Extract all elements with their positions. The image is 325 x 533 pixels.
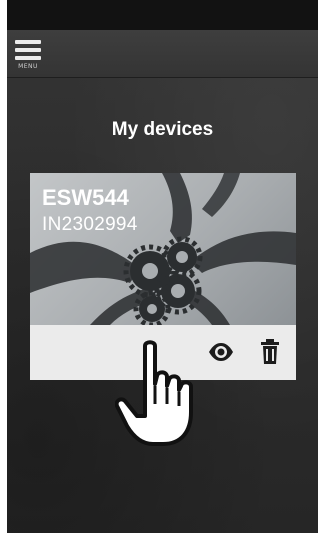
- top-bar: MENU: [7, 30, 318, 78]
- device-name: ESW544: [42, 185, 129, 210]
- eye-icon[interactable]: [208, 339, 234, 365]
- app-screen: MENU My devices ESW544 IN2302994: [7, 0, 318, 533]
- device-serial: IN2302994: [42, 214, 138, 235]
- page-title: My devices: [111, 119, 214, 140]
- menu-label: MENU: [18, 63, 38, 70]
- status-bar: [7, 0, 318, 30]
- pointing-hand-cursor-icon: [114, 340, 207, 452]
- menu-button[interactable]: MENU: [13, 37, 47, 73]
- hamburger-menu-icon: [15, 40, 41, 44]
- trash-icon[interactable]: [259, 338, 281, 366]
